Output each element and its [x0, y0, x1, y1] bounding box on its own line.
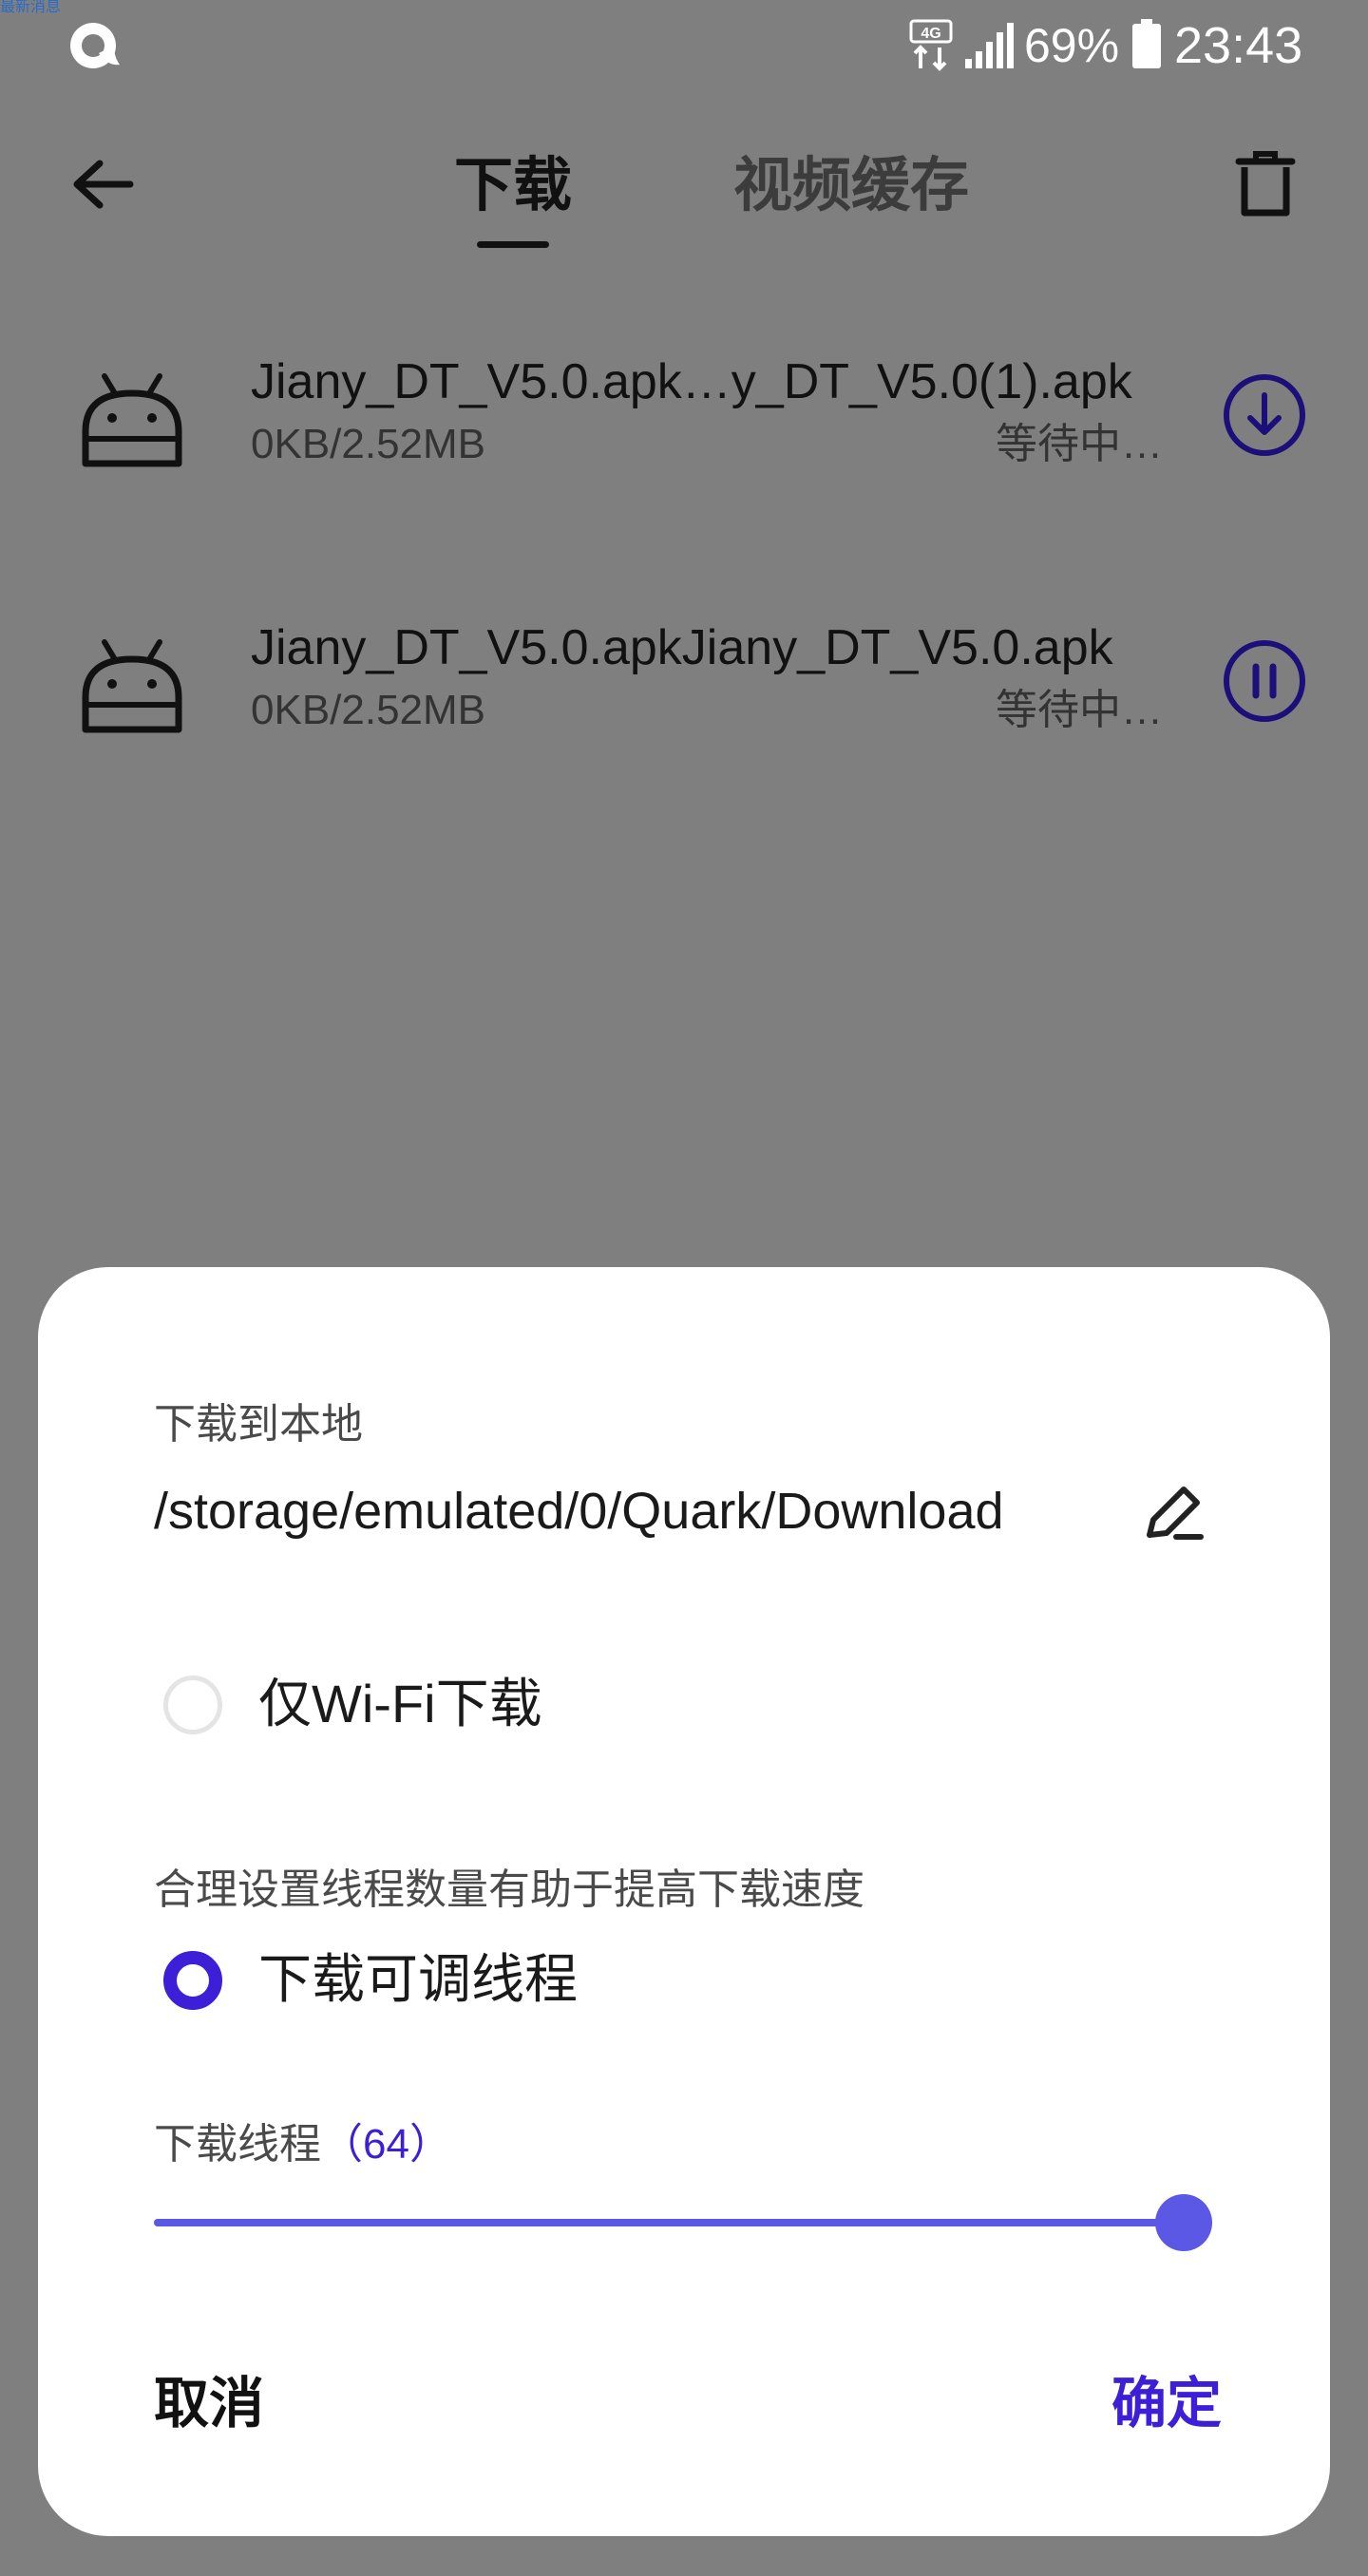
file-name: Jiany_DT_V5.0.apkJiany_DT_V5.0.apk [251, 620, 1113, 675]
edit-path-button[interactable] [1140, 1478, 1210, 1548]
adjustable-threads-radio[interactable] [163, 1951, 222, 2010]
adjustable-threads-label[interactable]: 下载可调线程 [258, 1945, 578, 2014]
list-item[interactable]: Jiany_DT_V5.0.apkJiany_DT_V5.0.apk 0KB/2… [0, 598, 1368, 788]
wifi-only-radio[interactable] [163, 1676, 222, 1734]
trash-icon [1235, 151, 1296, 217]
quark-app-icon [70, 23, 120, 68]
tab-video-cache[interactable]: 视频缓存 [733, 148, 969, 224]
thread-hint-text: 合理设置线程数量有助于提高下载速度 [154, 1866, 864, 1913]
download-status: 等待中… [996, 421, 1163, 467]
svg-text:4G: 4G [921, 26, 940, 42]
download-settings-dialog: 下载到本地 /storage/emulated/0/Quark/Download… [38, 1267, 1330, 2536]
signal-icon [965, 23, 1014, 68]
wifi-only-label[interactable]: 仅Wi-Fi下载 [258, 1670, 542, 1738]
pause-icon[interactable] [1222, 638, 1307, 724]
file-name: Jiany_DT_V5.0.apk…y_DT_V5.0(1).apk [251, 354, 1132, 409]
list-item[interactable]: Jiany_DT_V5.0.apk…y_DT_V5.0(1).apk 0KB/2… [0, 332, 1368, 522]
clock: 23:43 [1174, 17, 1303, 74]
status-bar: 最新消息 4G 69% 23:43 [0, 0, 1368, 91]
thread-count-title: 下载线程 [154, 2121, 321, 2168]
thread-slider-fill [154, 2219, 1184, 2226]
thread-slider-thumb[interactable] [1155, 2194, 1212, 2251]
battery-percent: 69% [1024, 19, 1120, 72]
network-4g-icon: 4G [909, 19, 953, 71]
thread-count-value: （64） [321, 2121, 451, 2168]
notification-label: 最新消息 [0, 0, 62, 15]
battery-icon [1132, 19, 1161, 68]
cancel-button[interactable]: 取消 [154, 2369, 264, 2439]
confirm-button[interactable]: 确定 [1112, 2369, 1222, 2439]
download-icon[interactable] [1222, 372, 1307, 458]
active-tab-indicator [477, 241, 549, 248]
file-size: 0KB/2.52MB [251, 687, 486, 733]
android-icon [82, 373, 182, 467]
tab-download[interactable]: 下载 [454, 148, 572, 224]
delete-button[interactable] [1226, 144, 1305, 224]
file-size: 0KB/2.52MB [251, 421, 486, 467]
thread-slider[interactable] [154, 2219, 1184, 2226]
save-location-label: 下载到本地 [154, 1401, 363, 1448]
back-button[interactable] [63, 144, 142, 224]
arrow-left-icon [73, 160, 134, 209]
download-status: 等待中… [996, 687, 1163, 733]
thread-count-label: 下载线程（64） [154, 2118, 451, 2171]
download-path: /storage/emulated/0/Quark/Download [154, 1483, 1004, 1540]
android-icon [82, 639, 182, 733]
